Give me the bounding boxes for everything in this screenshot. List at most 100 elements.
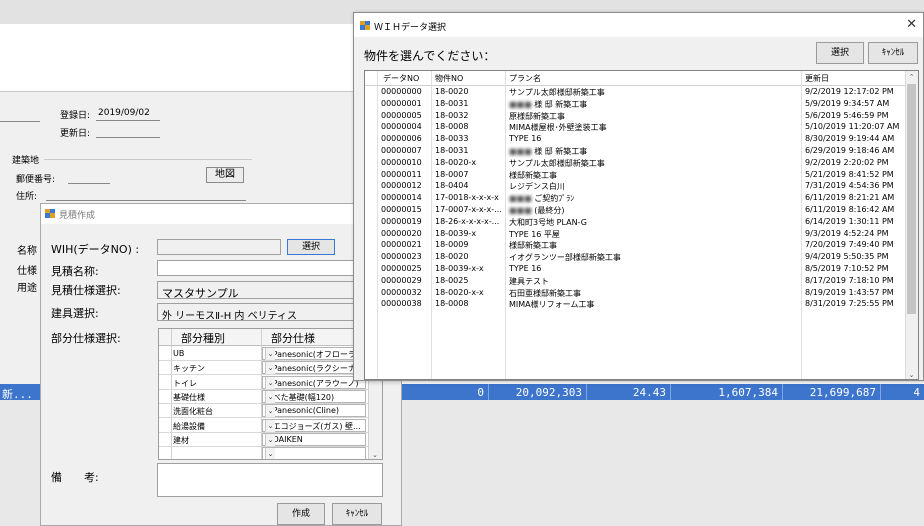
col-header-data-no[interactable]: データNO xyxy=(383,73,419,84)
grid-cell-type: 基礎仕様 xyxy=(173,392,205,402)
chevron-down-icon[interactable]: ⌄ xyxy=(265,433,275,446)
grid-row[interactable]: ⌄ xyxy=(159,447,369,459)
list-item[interactable]: 00000001 18-0031 ■■■ 様 邸 新築工事 5/9/2019 9:34… xyxy=(365,98,906,110)
cell-updated: 7/20/2019 7:49:40 PM xyxy=(805,240,894,250)
estimate-cancel-button[interactable]: ｷｬﾝｾﾙ xyxy=(332,503,382,525)
list-item[interactable]: 00000020 18-0039-x TYPE 16 平屋 9/3/2019 4:52… xyxy=(365,228,906,240)
create-button[interactable]: 作成 xyxy=(277,503,325,525)
grid-row[interactable]: 洗面化粧台 2 Panesonic(Cline) ⌄ xyxy=(159,404,369,419)
grid-row[interactable]: 給湯設備 4 エコジョーズ(ガス) 壁... ⌄ xyxy=(159,418,369,433)
cell-updated: 8/17/2019 7:18:10 PM xyxy=(805,275,894,285)
list-item[interactable]: 00000023 18-0020 イオグランツー部様邸新築工事 9/4/2019 5:… xyxy=(365,251,906,263)
list-item[interactable]: 00000011 18-0007 様邸新築工事 5/21/2019 8:41:52 P… xyxy=(365,169,906,181)
cell-bukken-no: 18-0008 xyxy=(435,122,469,132)
grid-row[interactable]: キッチン 2 Panesonic(ラクシーナ) ⌄ xyxy=(159,361,369,376)
grid-cell-spec-select[interactable]: 2 DAIKEN ⌄ xyxy=(262,432,366,446)
wih-select-confirm-button[interactable]: 選択 xyxy=(816,42,864,64)
map-button[interactable]: 地図 xyxy=(206,167,244,183)
registration-date-label: 登録日: xyxy=(60,111,91,121)
estimate-spec-select[interactable]: マスタサンプル xyxy=(157,281,383,300)
cell-bukken-no: 18-26-x-x-x-x-... xyxy=(435,216,500,226)
list-item[interactable]: 00000019 18-26-x-x-x-x-... 大和町3号地 PLAN-G 6/… xyxy=(365,216,906,228)
scroll-down-icon[interactable]: ⌄ xyxy=(372,451,378,459)
chevron-down-icon[interactable]: ⌄ xyxy=(265,348,275,360)
cell-bukken-no: 17-0007-x-x-x-... xyxy=(435,204,502,214)
cell-updated: 8/19/2019 1:43:57 PM xyxy=(805,287,894,297)
wih-cancel-button[interactable]: ｷｬﾝｾﾙ xyxy=(868,42,918,64)
grid-row[interactable]: トイレ 1 Panesonic(アラウーノ) ⌄ xyxy=(159,375,369,390)
list-item[interactable]: 00000012 18-0404 レジデンス白川 7/31/2019 4:54:36 … xyxy=(365,180,906,192)
site-group-line xyxy=(44,159,252,160)
grid-cell-spec-select[interactable]: 1 べた基礎(幅120) ⌄ xyxy=(262,389,366,403)
cell-plan-name: MIMA様屋根･外壁塗装工事 xyxy=(509,123,607,133)
wih-list-header: データNO 物件NO プラン名 更新日 xyxy=(365,71,918,86)
fixture-label: 建具選択: xyxy=(51,307,99,320)
wih-list-scrollbar[interactable]: ⌃ ⌄ xyxy=(905,71,918,379)
scroll-up-icon[interactable]: ⌃ xyxy=(905,71,918,83)
scroll-down-icon[interactable]: ⌄ xyxy=(905,369,918,379)
remarks-textarea[interactable] xyxy=(157,463,383,497)
fixture-select[interactable]: 外 リーモスⅡ-H 内 ベリティス xyxy=(157,303,383,322)
cell-plan-name: サンプル太郎様邸新築工事 xyxy=(509,158,605,168)
list-item[interactable]: 00000021 18-0009 様邸新築工事 7/20/2019 7:49:40 P… xyxy=(365,239,906,251)
cell-plan-name: 原様邸新築工事 xyxy=(509,111,565,121)
cell-updated: 5/9/2019 9:34:57 AM xyxy=(805,98,890,108)
cell-bukken-no: 18-0031 xyxy=(435,145,469,155)
wih-select-button[interactable]: 選択 xyxy=(287,239,335,255)
chevron-down-icon[interactable]: ⌄ xyxy=(265,405,275,418)
grid-cell-spec-select[interactable]: 2 Panesonic(Cline) ⌄ xyxy=(262,404,366,418)
cell-data-no: 00000000 xyxy=(381,87,422,96)
row-sep xyxy=(670,384,671,401)
list-item[interactable]: 00000006 18-0033 TYPE 16 8/30/2019 9:19:44 … xyxy=(365,133,906,145)
list-item[interactable]: 00000007 18-0031 ■■■ 様 邸 新築工事 6/29/2019 9:1… xyxy=(365,145,906,157)
updated-date-field[interactable] xyxy=(96,137,160,138)
part-spec-grid-header: 部分種別 部分仕様 xyxy=(159,329,382,346)
col-header-plan-name[interactable]: プラン名 xyxy=(509,73,541,84)
cell-plan-name: 大和町3号地 PLAN-G xyxy=(509,217,587,227)
remarks-label: 備 考: xyxy=(51,471,99,484)
list-item[interactable]: 00000025 18-0039-x-x TYPE 16 8/5/2019 7:10:… xyxy=(365,263,906,275)
list-item[interactable]: 00000038 18-0008 MIMA様リフォーム工事 8/31/2019 7:2… xyxy=(365,298,906,310)
list-item[interactable]: 00000029 18-0025 建具テスト 8/17/2019 7:18:10 PM xyxy=(365,275,906,287)
list-item[interactable]: 00000004 18-0008 MIMA様屋根･外壁塗装工事 5/10/2019 1… xyxy=(365,121,906,133)
list-item[interactable]: 00000015 17-0007-x-x-x-... ■■■ (最終分) 6/11/2… xyxy=(365,204,906,216)
left-edge-field[interactable] xyxy=(0,121,40,122)
spec-label-fragment: 仕様 xyxy=(17,266,37,277)
cell-data-no: 00000020 xyxy=(381,228,422,238)
grid-cell-spec-select[interactable]: 4 エコジョーズ(ガス) 壁... ⌄ xyxy=(262,418,366,432)
col-header-updated[interactable]: 更新日 xyxy=(805,73,829,84)
postal-code-field[interactable] xyxy=(68,183,110,184)
list-item[interactable]: 00000010 18-0020-x サンプル太郎様邸新築工事 9/2/2019 2:… xyxy=(365,157,906,169)
chevron-down-icon[interactable]: ⌄ xyxy=(265,448,275,459)
estimate-name-label: 見積名称: xyxy=(51,265,99,278)
app-icon xyxy=(45,209,55,218)
list-item[interactable]: 00000000 18-0020 サンプル太郎様邸新築工事 9/2/2019 12:1… xyxy=(365,86,906,98)
wih-field[interactable] xyxy=(157,239,281,255)
cell-updated: 9/2/2019 12:17:02 PM xyxy=(805,87,894,96)
chevron-down-icon[interactable]: ⌄ xyxy=(265,390,275,403)
wih-select-dialog: ＷＩＨデータ選択 ✕ 物件を選んでください： 選択 ｷｬﾝｾﾙ データNO 物件… xyxy=(353,12,924,381)
grid-cell-type: キッチン xyxy=(173,364,205,374)
grid-row[interactable]: 建材 2 DAIKEN ⌄ xyxy=(159,432,369,447)
grid-cell-spec-select[interactable]: ⌄ xyxy=(262,447,366,459)
close-icon[interactable]: ✕ xyxy=(906,17,917,32)
grid-cell-spec-value: 2 Panesonic(ラクシーナ) xyxy=(265,364,359,374)
list-item[interactable]: 00000032 18-0020-x-x 石田亜様邸新築工事 8/19/2019 1:… xyxy=(365,287,906,299)
list-item[interactable]: 00000014 17-0018-x-x-x-x ■■■ ご契約ﾌﾟﾗﾝ 6/11/2… xyxy=(365,192,906,204)
col-header-bukken-no[interactable]: 物件NO xyxy=(435,73,463,84)
estimate-name-input[interactable] xyxy=(157,260,383,276)
chevron-down-icon[interactable]: ⌄ xyxy=(265,376,275,389)
grid-cell-spec-select[interactable]: 1 Panesonic(アラウーノ) ⌄ xyxy=(262,375,366,389)
cell-updated: 9/4/2019 5:50:35 PM xyxy=(805,252,889,262)
chevron-down-icon[interactable]: ⌄ xyxy=(265,419,275,432)
list-item[interactable]: 00000005 18-0032 原様邸新築工事 5/6/2019 5:46:59 P… xyxy=(365,110,906,122)
scroll-thumb[interactable] xyxy=(907,84,916,314)
grid-cell-spec-select[interactable]: 2 Panesonic(オフローラ) ⌄ xyxy=(262,347,366,360)
estimate-dialog: 見積作成 WIH(データNO) : 選択 見積名称: 見積仕様選択: マスタサン… xyxy=(40,203,402,526)
grid-row[interactable]: 基礎仕様 1 べた基礎(幅120) ⌄ xyxy=(159,389,369,404)
address-field[interactable] xyxy=(46,200,246,201)
updated-date-label: 更新日: xyxy=(60,129,91,139)
grid-cell-spec-select[interactable]: 2 Panesonic(ラクシーナ) ⌄ xyxy=(262,361,366,375)
chevron-down-icon[interactable]: ⌄ xyxy=(265,362,275,375)
grid-row[interactable]: UB 2 Panesonic(オフローラ) ⌄ xyxy=(159,347,369,361)
